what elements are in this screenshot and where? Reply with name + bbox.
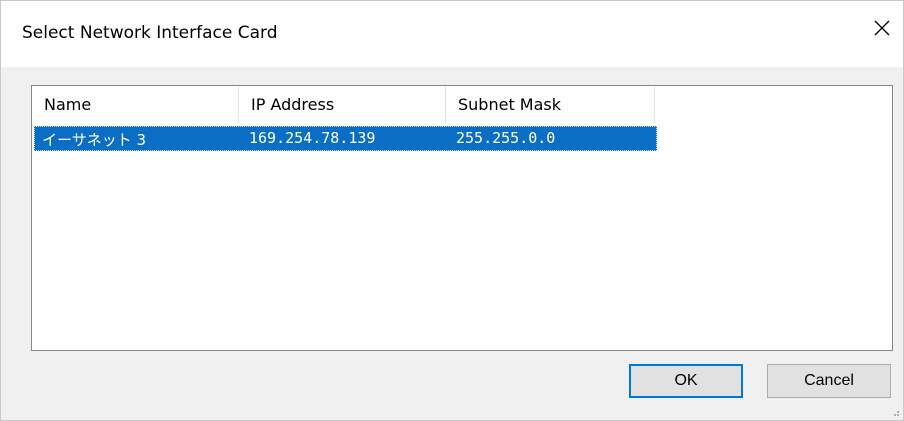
column-header-subnet-mask[interactable]: Subnet Mask [446, 86, 655, 124]
row-ip-address-cell: 169.254.78.139 [249, 129, 376, 147]
select-nic-dialog: Select Network Interface Card Name IP Ad… [0, 0, 904, 421]
close-button[interactable] [867, 13, 897, 43]
row-name-cell: イーサネット 3 [42, 131, 147, 149]
resize-grip-icon[interactable] [890, 407, 900, 417]
column-header-ip-address[interactable]: IP Address [239, 86, 446, 124]
table-row[interactable]: イーサネット 3 169.254.78.139 255.255.0.0 [34, 126, 657, 151]
close-icon [874, 20, 890, 36]
row-subnet-mask-cell: 255.255.0.0 [456, 129, 556, 147]
cancel-button[interactable]: Cancel [767, 364, 891, 398]
list-header: Name IP Address Subnet Mask [32, 86, 655, 124]
nic-list-view[interactable]: Name IP Address Subnet Mask イーサネット 3 169… [31, 85, 893, 351]
dialog-title: Select Network Interface Card [22, 23, 278, 43]
column-header-name[interactable]: Name [32, 86, 239, 124]
ok-button[interactable]: OK [629, 364, 743, 398]
title-bar: Select Network Interface Card [1, 1, 903, 67]
